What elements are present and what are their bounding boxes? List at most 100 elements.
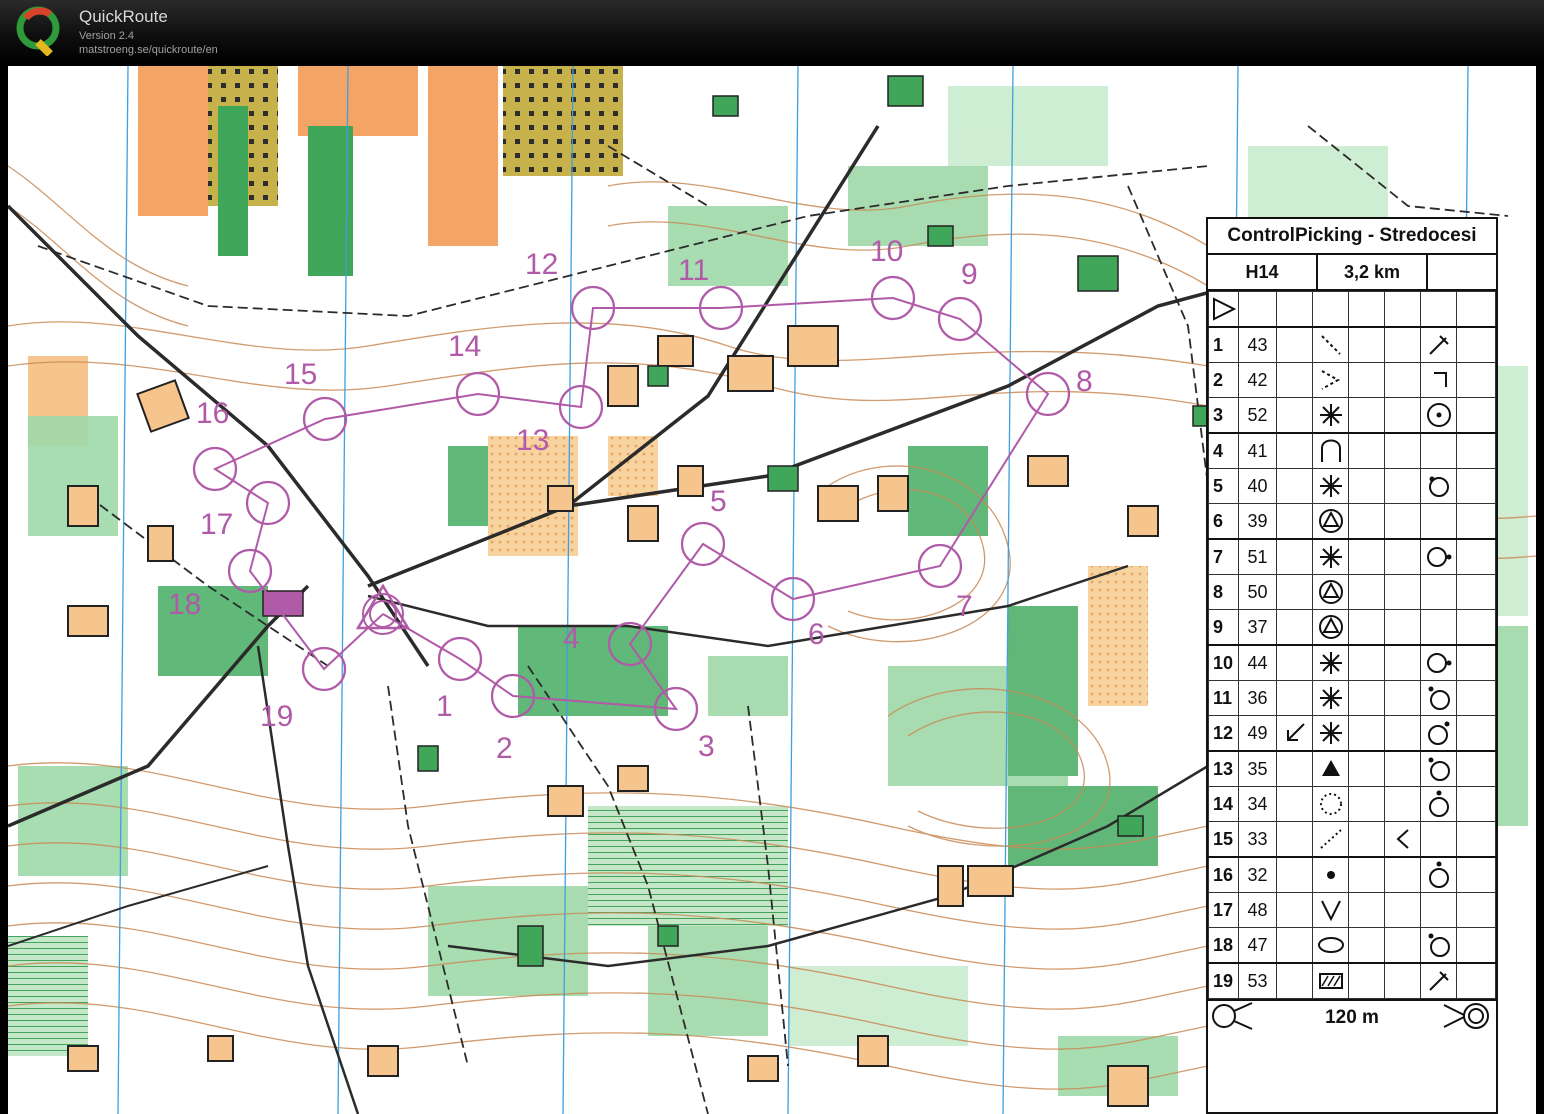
app-url[interactable]: matstroeng.se/quickroute/en [79, 44, 218, 57]
circle-lower-left-icon [1428, 476, 1449, 497]
control-row: 8 50 [1208, 574, 1496, 610]
control-row: 6 39 [1208, 503, 1496, 540]
v-icon [1320, 900, 1341, 922]
control-number-15: 15 [284, 358, 317, 391]
control-number-12: 12 [525, 248, 558, 281]
control-number: 19 [1208, 962, 1239, 999]
thicket-icon [1319, 546, 1342, 568]
control-number: 18 [1208, 927, 1239, 964]
control-row: 18 47 [1208, 927, 1496, 964]
hatched-rect-icon [1318, 973, 1343, 989]
title-bar: QuickRoute Version 2.4 matstroeng.se/qui… [0, 0, 1544, 64]
control-code: 47 [1238, 927, 1277, 964]
course-class: H14 [1208, 255, 1318, 289]
knoll-spur-icon [1320, 439, 1341, 462]
control-row: 4 41 [1208, 432, 1496, 469]
control-number-19: 19 [260, 700, 293, 733]
thicket-icon [1319, 475, 1342, 497]
control-number-9: 9 [961, 258, 978, 291]
control-code: 37 [1238, 609, 1277, 646]
control-number: 11 [1208, 680, 1239, 716]
control-row: 10 44 [1208, 644, 1496, 681]
finish-circle-icon [1443, 1002, 1489, 1029]
control-row: 12 49 [1208, 715, 1496, 752]
dotted-circle-icon [1319, 793, 1342, 815]
description-header: H14 3,2 km [1208, 255, 1496, 291]
control-code: 50 [1238, 574, 1277, 610]
thicket-icon [1319, 687, 1342, 709]
circle-top-icon [1428, 790, 1449, 817]
control-code: 48 [1238, 892, 1277, 928]
control-code: 41 [1238, 432, 1277, 469]
control-number-3: 3 [698, 730, 715, 763]
control-number-16: 16 [196, 397, 229, 430]
triangle-circle-icon [1318, 509, 1343, 533]
control-code: 40 [1238, 468, 1277, 504]
control-number: 3 [1208, 397, 1239, 434]
bend-left-icon [1396, 829, 1409, 849]
control-number: 15 [1208, 821, 1239, 858]
circle-top-icon [1428, 861, 1449, 888]
control-code: 36 [1238, 680, 1277, 716]
control-code: 53 [1238, 962, 1277, 999]
control-row: 17 48 [1208, 892, 1496, 928]
quickroute-logo-icon [16, 6, 60, 56]
control-row: 11 36 [1208, 680, 1496, 716]
control-code: 44 [1238, 644, 1277, 681]
control-code: 34 [1238, 786, 1277, 822]
arrow-southwest-icon [1286, 723, 1305, 741]
control-number-2: 2 [496, 732, 513, 765]
control-code: 33 [1238, 821, 1277, 858]
control-code: 32 [1238, 856, 1277, 893]
control-code: 52 [1238, 397, 1277, 434]
triangle-circle-icon [1318, 580, 1343, 604]
control-number: 13 [1208, 750, 1239, 787]
control-number-11: 11 [678, 254, 709, 287]
course-length: 3,2 km [1318, 255, 1428, 289]
control-number-6: 6 [808, 618, 825, 651]
dot-icon [1326, 871, 1335, 879]
circle-right-icon [1426, 547, 1451, 567]
finish-start-icon [1212, 1001, 1253, 1030]
control-number: 9 [1208, 609, 1239, 646]
control-row: 7 51 [1208, 538, 1496, 575]
control-number: 16 [1208, 856, 1239, 893]
control-number: 8 [1208, 574, 1239, 610]
control-number: 5 [1208, 468, 1239, 504]
filled-triangle-icon [1321, 760, 1340, 776]
control-number: 6 [1208, 503, 1239, 540]
control-number-4: 4 [563, 622, 580, 655]
circle-upper-right-icon [1427, 721, 1449, 745]
control-code: 42 [1238, 362, 1277, 398]
circle-upper-left-icon [1428, 757, 1450, 781]
circle-upper-left-icon [1428, 933, 1450, 957]
description-title: ControlPicking - Stredocesi [1208, 219, 1496, 255]
control-code: 49 [1238, 715, 1277, 752]
control-number: 7 [1208, 538, 1239, 575]
thicket-icon [1319, 404, 1342, 426]
control-row: 3 52 [1208, 397, 1496, 434]
control-number-5: 5 [710, 485, 727, 518]
control-code: 43 [1238, 326, 1277, 363]
control-number: 4 [1208, 432, 1239, 469]
control-number: 2 [1208, 362, 1239, 398]
v-dots-icon [1321, 370, 1340, 390]
dotted-line-icon [1319, 829, 1342, 849]
control-row: 16 32 [1208, 856, 1496, 893]
control-number: 10 [1208, 644, 1239, 681]
control-number: 1 [1208, 326, 1239, 363]
control-row: 19 53 [1208, 962, 1496, 999]
control-row: 15 33 [1208, 821, 1496, 858]
control-number-14: 14 [448, 330, 481, 363]
control-number: 14 [1208, 786, 1239, 822]
control-number-7: 7 [956, 590, 973, 623]
app-version: Version 2.4 [79, 30, 135, 42]
control-description-sheet: ControlPicking - Stredocesi H14 3,2 km 1… [1206, 217, 1498, 1114]
thicket-icon [1319, 652, 1342, 674]
control-row: 9 37 [1208, 609, 1496, 646]
control-row: 13 35 [1208, 750, 1496, 787]
corner-icon [1433, 372, 1447, 387]
control-code: 35 [1238, 750, 1277, 787]
thicket-icon [1319, 722, 1342, 744]
vague-line-icon [1320, 335, 1341, 355]
